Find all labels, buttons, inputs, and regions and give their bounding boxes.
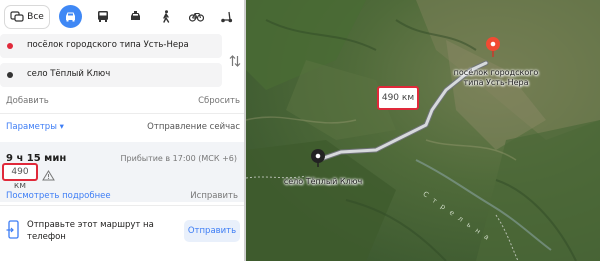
taxi-icon <box>130 10 140 20</box>
all-transport-icon <box>10 11 24 22</box>
mode-bicycle-button[interactable] <box>184 5 208 28</box>
fix-route-link[interactable]: Исправить <box>190 191 238 201</box>
mode-all-label: Все <box>27 12 44 22</box>
swap-points-icon[interactable] <box>229 54 241 68</box>
transport-mode-bar: Все <box>0 0 246 34</box>
phone-icon <box>6 220 19 239</box>
scooter-icon <box>220 11 232 22</box>
divider <box>0 113 246 114</box>
to-point-marker <box>7 72 13 78</box>
mode-taxi-button[interactable] <box>123 5 147 28</box>
map-label-destination: посёлок городского типа Усть-Нера <box>453 68 539 87</box>
route-params-dropdown[interactable]: Параметры ▾ <box>6 122 64 132</box>
mode-all-button[interactable]: Все <box>4 5 50 29</box>
mode-pedestrian-button[interactable] <box>154 5 178 28</box>
warning-icon <box>42 170 55 181</box>
route-arrival: Прибытие в 17:00 (МСК +6) <box>120 154 237 163</box>
route-from-text: посёлок городского типа Усть-Нера <box>27 40 189 50</box>
car-icon <box>66 12 75 22</box>
route-from-field[interactable]: посёлок городского типа Усть-Нера <box>0 34 222 58</box>
from-point-marker <box>7 43 13 49</box>
route-panel: Все посёлок городского типа Усть-Нера се… <box>0 0 246 261</box>
bicycle-icon <box>188 12 204 22</box>
route-option-card[interactable]: 9 ч 15 мин Прибытие в 17:00 (МСК +6) 490… <box>0 142 246 202</box>
map-distance-badge: 490 км <box>377 86 419 110</box>
satellite-map[interactable]: посёлок городского типа Усть-Нера село Т… <box>246 0 600 261</box>
mode-bus-button[interactable] <box>91 5 115 28</box>
route-to-field[interactable]: село Тёплый Ключ <box>0 63 222 87</box>
departure-time-selector[interactable]: Отправление сейчас <box>147 122 240 132</box>
map-label-start: село Тёплый Ключ <box>283 177 363 186</box>
bus-icon <box>98 11 108 22</box>
send-to-phone-row: Отправьте этот маршрут на телефон Отправ… <box>0 212 246 252</box>
route-details-link[interactable]: Посмотреть подробнее <box>6 191 111 201</box>
route-distance: 490 км <box>2 163 38 191</box>
send-route-button[interactable]: Отправить <box>184 220 240 242</box>
route-to-text: село Тёплый Ключ <box>27 69 111 79</box>
send-to-phone-text: Отправьте этот маршрут на телефон <box>27 220 154 242</box>
reset-route-link[interactable]: Сбросить <box>198 96 240 106</box>
map-canvas <box>246 0 600 261</box>
add-point-link[interactable]: Добавить <box>6 96 49 106</box>
mode-car-button[interactable] <box>59 5 82 28</box>
pedestrian-icon <box>163 10 170 23</box>
mode-scooter-button[interactable] <box>214 5 238 28</box>
divider <box>0 205 246 206</box>
